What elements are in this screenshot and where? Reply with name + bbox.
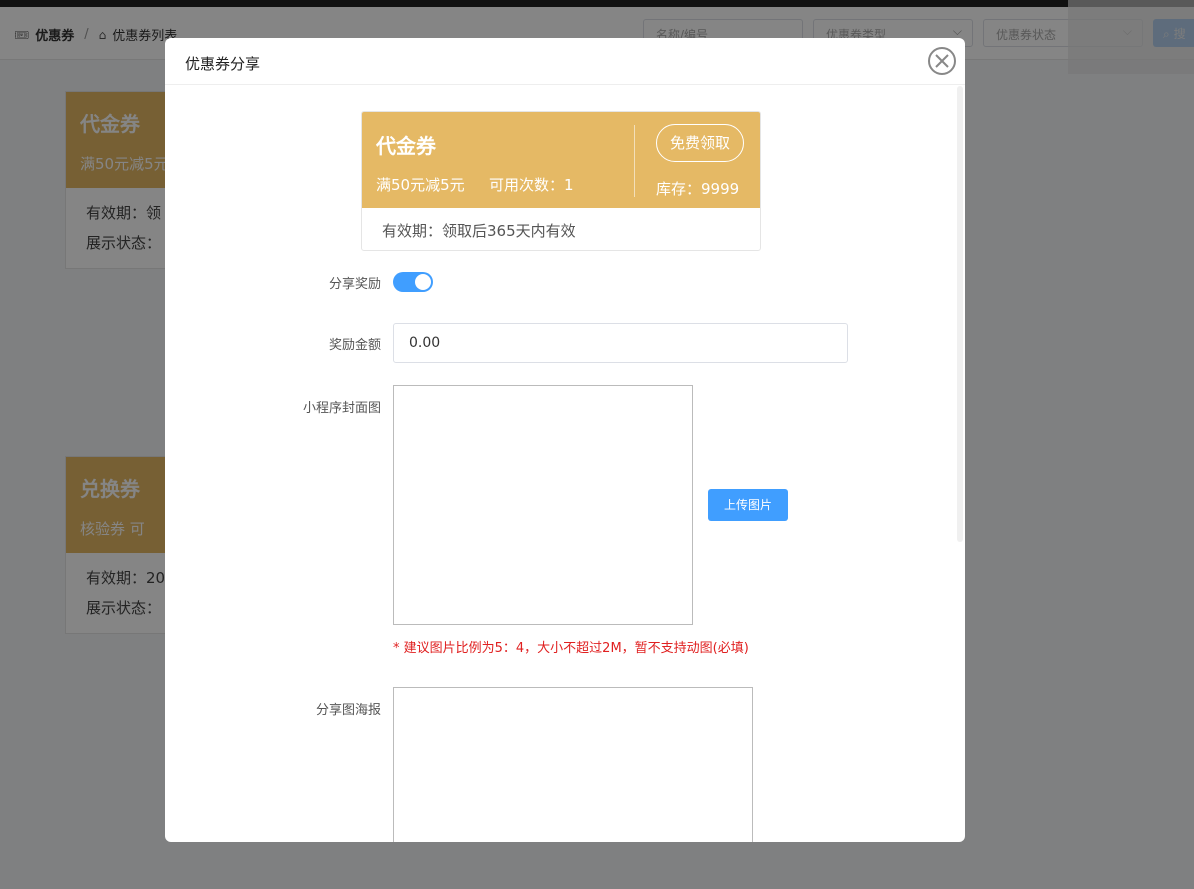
coupon-uses: 可用次数：1 (489, 176, 574, 194)
coupon-stock: 库存：9999 (656, 180, 740, 198)
cover-image-label: 小程序封面图 (302, 401, 381, 416)
cover-image-area[interactable] (393, 385, 693, 625)
dialog-header: 优惠券分享 (165, 38, 965, 85)
toggle-knob (415, 274, 431, 290)
upload-image-button[interactable]: 上传图片 (708, 489, 788, 521)
free-claim-button[interactable]: 免费领取 (656, 124, 744, 162)
reward-amount-input[interactable] (393, 323, 848, 363)
coupon-rule: 满50元减5元 (376, 176, 465, 194)
share-coupon-dialog: 优惠券分享 代金券 满50元减5元 可用次数：1 免费领取 库存：9999 有效… (165, 38, 965, 842)
close-icon (935, 54, 949, 68)
dialog-scrollbar[interactable] (957, 86, 963, 542)
coupon-preview: 代金券 满50元减5元 可用次数：1 免费领取 库存：9999 有效期：领取后3… (361, 111, 761, 251)
coupon-divider (634, 125, 635, 197)
coupon-validity: 有效期：领取后365天内有效 (382, 222, 576, 240)
dialog-title: 优惠券分享 (185, 55, 261, 73)
share-reward-label: 分享奖励 (328, 277, 381, 292)
poster-image-area[interactable] (393, 687, 753, 842)
image-hint: * 建议图片比例为5：4，大小不超过2M，暂不支持动图(必填) (393, 641, 749, 656)
close-button[interactable] (928, 47, 956, 75)
reward-amount-label: 奖励金额 (328, 338, 381, 353)
share-reward-toggle[interactable] (393, 272, 433, 292)
coupon-preview-head: 代金券 满50元减5元 可用次数：1 免费领取 库存：9999 (362, 112, 760, 208)
coupon-name: 代金券 (376, 134, 436, 158)
poster-label: 分享图海报 (315, 703, 381, 718)
